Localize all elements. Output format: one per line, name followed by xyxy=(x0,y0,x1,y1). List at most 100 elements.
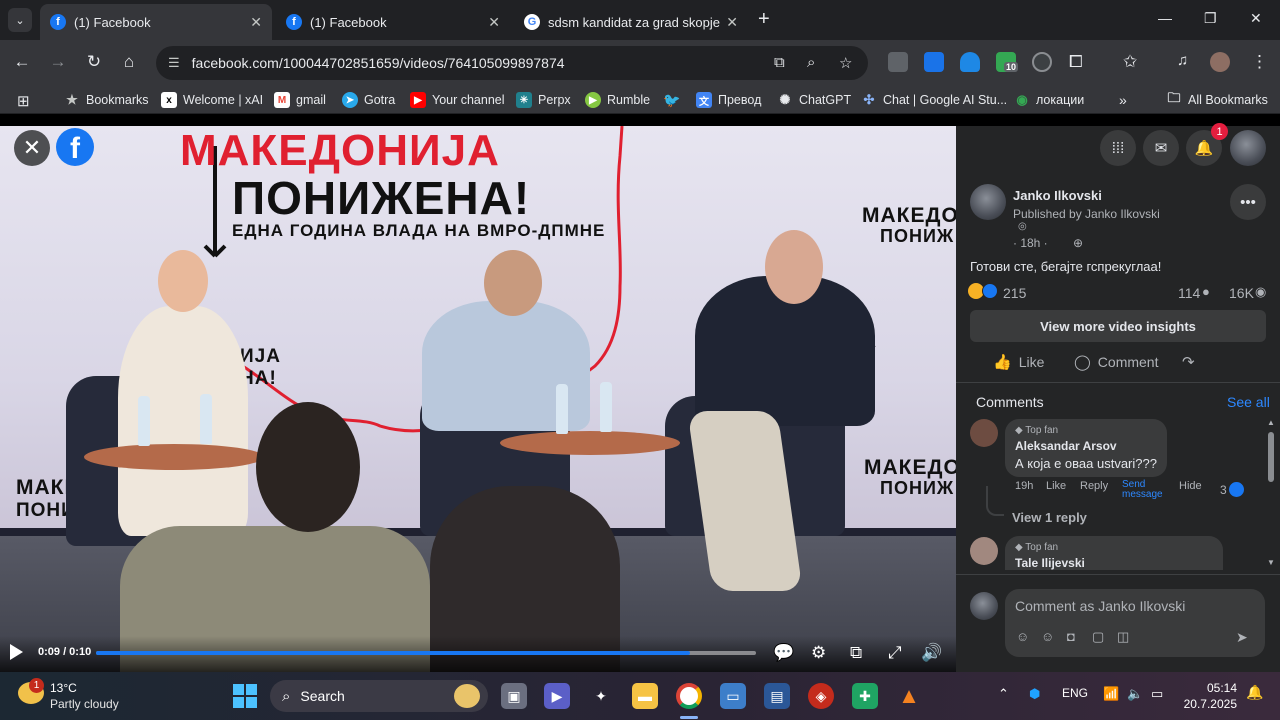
chrome-menu-icon[interactable]: ⋮ xyxy=(1251,52,1268,72)
tab-facebook-1[interactable]: f (1) Facebook ✕ xyxy=(40,4,272,40)
mouse-extension-icon[interactable] xyxy=(1032,52,1052,72)
file-explorer-icon[interactable]: ▬ xyxy=(632,683,658,709)
tray-chevron-icon[interactable]: ⌃ xyxy=(998,686,1009,702)
author-name[interactable]: Janko Ilkovski xyxy=(1013,188,1102,203)
shield-extension-icon[interactable] xyxy=(960,52,980,72)
bookmark-item[interactable]: ✣ Chat | Google AI Stu... xyxy=(861,92,1008,108)
tab-close-icon[interactable]: ✕ xyxy=(488,14,500,31)
forward-arrow-icon[interactable]: → xyxy=(47,52,69,72)
bookmark-item[interactable]: x Welcome | xAI xyxy=(161,92,263,108)
comments-scrollbar[interactable]: ▲ ▼ xyxy=(1266,418,1276,570)
volume-icon[interactable]: 🔈 xyxy=(1127,686,1143,702)
comment-input-placeholder[interactable]: Comment as Janko Ilkovski xyxy=(1015,598,1185,614)
captions-icon[interactable]: 💬 xyxy=(773,643,794,663)
tab-close-icon[interactable]: ✕ xyxy=(726,14,738,31)
app-grid-icon[interactable]: ✚ xyxy=(852,683,878,709)
screen-capture-icon[interactable]: ▭ xyxy=(720,683,746,709)
bookmark-item[interactable]: ➤ Gotra xyxy=(342,92,395,108)
video-progress-bar[interactable] xyxy=(96,651,756,655)
copilot-icon[interactable]: ✦ xyxy=(588,683,614,709)
tab-search-chevron-icon[interactable]: ⌄ xyxy=(8,8,32,32)
anydesk-icon[interactable]: ◈ xyxy=(808,683,834,709)
commenter-name[interactable]: Aleksandar Arsov xyxy=(1015,439,1117,453)
more-bookmarks-chevron-icon[interactable]: » xyxy=(1119,92,1127,108)
messenger-icon[interactable]: ✉ xyxy=(1143,130,1179,166)
extension-badge-icon[interactable]: 10 xyxy=(996,52,1019,72)
weather-condition[interactable]: Partly cloudy xyxy=(50,697,119,711)
save-floppy-icon[interactable]: ▤ xyxy=(764,683,790,709)
emoji-icon[interactable]: ☺ xyxy=(1041,629,1054,644)
bookmark-item[interactable]: ✺ ChatGPT xyxy=(777,92,852,108)
scrollbar-thumb[interactable] xyxy=(1268,432,1274,482)
reading-list-star-icon[interactable]: ✩ xyxy=(1123,52,1137,72)
profile-avatar[interactable] xyxy=(1210,52,1230,72)
address-bar[interactable]: ☰ facebook.com/100044702851659/videos/76… xyxy=(156,46,868,80)
task-view-icon[interactable]: ▣ xyxy=(501,683,527,709)
extensions-puzzle-icon[interactable]: ⧠ xyxy=(1069,52,1083,72)
view-insights-button[interactable]: View more video insights xyxy=(970,310,1266,342)
comment-composer[interactable]: Comment as Janko Ilkovski ☺ ☺ ◘ ▢ ◫ ➤ xyxy=(1005,589,1265,657)
commenter-name[interactable]: Tale Ilijevski xyxy=(1015,556,1085,570)
bookmark-item[interactable]: ▶ Rumble xyxy=(585,92,650,108)
extension-1-icon[interactable] xyxy=(888,52,908,72)
sticker-icon[interactable]: ◫ xyxy=(1117,629,1129,645)
account-avatar[interactable] xyxy=(1230,130,1266,166)
tab-close-icon[interactable]: ✕ xyxy=(250,14,262,31)
play-icon[interactable] xyxy=(10,644,23,660)
defender-shield-icon[interactable]: ⬢ xyxy=(1029,686,1040,702)
system-clock[interactable]: 05:14 20.7.2025 xyxy=(1184,680,1237,712)
restore-icon[interactable]: ❐ xyxy=(1204,10,1217,27)
site-info-icon[interactable]: ☰ xyxy=(168,55,180,71)
back-arrow-icon[interactable]: ← xyxy=(11,52,33,72)
send-message-link[interactable]: Send message xyxy=(1122,480,1172,500)
media-control-icon[interactable]: ♫ xyxy=(1177,52,1188,69)
camera-icon[interactable]: ◘ xyxy=(1067,629,1075,644)
teams-icon[interactable]: ▶ xyxy=(544,683,570,709)
comment-time[interactable]: 19h xyxy=(1015,480,1033,492)
zoom-icon[interactable]: ⌕ xyxy=(807,54,815,71)
tab-google-search[interactable]: G sdsm kandidat za grad skopje - ✕ xyxy=(514,4,748,40)
bookmark-item[interactable]: ★ Bookmarks xyxy=(64,92,148,108)
bookmark-star-icon[interactable]: ☆ xyxy=(839,54,852,72)
battery-icon[interactable]: ▭ xyxy=(1151,686,1163,702)
wifi-icon[interactable]: 📶 xyxy=(1103,686,1119,702)
bookmark-item[interactable]: 文 Превод xyxy=(696,92,761,108)
menu-grid-icon[interactable]: ⁞⁞⁞ xyxy=(1100,130,1136,166)
comment-button[interactable]: ◯ Comment xyxy=(1074,353,1158,371)
bookmark-item[interactable]: ◉ локации xyxy=(1014,92,1084,108)
close-video-button[interactable]: ✕ xyxy=(14,130,50,166)
video-player[interactable]: МАКЕДОНИЈА ПОНИЖЕНА! ЕДНА ГОДИНА ВЛАДА Н… xyxy=(0,126,956,672)
extension-2-icon[interactable] xyxy=(924,52,944,72)
weather-temperature[interactable]: 13°C xyxy=(50,681,77,695)
notification-center-icon[interactable]: 🔔 xyxy=(1246,684,1263,701)
chrome-icon[interactable] xyxy=(676,683,702,709)
bookmark-item[interactable]: 🐦 xyxy=(663,92,686,108)
tab-facebook-2[interactable]: f (1) Facebook ✕ xyxy=(276,4,510,40)
share-button[interactable]: ↷ xyxy=(1182,353,1202,371)
apps-grid-icon[interactable]: ⊞ xyxy=(17,92,30,110)
new-tab-button[interactable]: + xyxy=(758,8,770,31)
commenter-avatar[interactable] xyxy=(970,419,998,447)
home-icon[interactable]: ⌂ xyxy=(118,52,140,72)
send-comment-icon[interactable]: ➤ xyxy=(1236,629,1248,646)
language-indicator[interactable]: ENG xyxy=(1062,686,1088,700)
minimize-icon[interactable]: — xyxy=(1158,10,1172,26)
more-options-icon[interactable]: ••• xyxy=(1230,184,1266,220)
settings-gear-icon[interactable]: ⚙ xyxy=(811,643,826,663)
comment-reply-link[interactable]: Reply xyxy=(1080,480,1108,492)
all-bookmarks-folder[interactable]: 🗀 All Bookmarks xyxy=(1166,90,1267,108)
vlc-icon[interactable]: ▲ xyxy=(896,683,922,709)
comment-count[interactable]: 114 xyxy=(1178,285,1200,301)
install-app-icon[interactable]: ⧉ xyxy=(774,54,785,71)
picture-in-picture-icon[interactable]: ⧉ xyxy=(850,643,862,663)
bookmark-item[interactable]: ✳ Perpx xyxy=(516,92,571,108)
comment-like-link[interactable]: Like xyxy=(1046,480,1066,492)
taskbar-search[interactable]: ⌕ Search xyxy=(270,680,488,712)
scroll-up-icon[interactable]: ▲ xyxy=(1267,418,1275,427)
view-replies-link[interactable]: View 1 reply xyxy=(1012,510,1087,525)
reload-icon[interactable]: ↻ xyxy=(83,52,105,72)
post-time[interactable]: · 18h · xyxy=(1013,236,1048,250)
like-button[interactable]: 👍 Like xyxy=(993,353,1044,371)
author-avatar[interactable] xyxy=(970,184,1006,220)
gif-icon[interactable]: ▢ xyxy=(1092,629,1104,645)
